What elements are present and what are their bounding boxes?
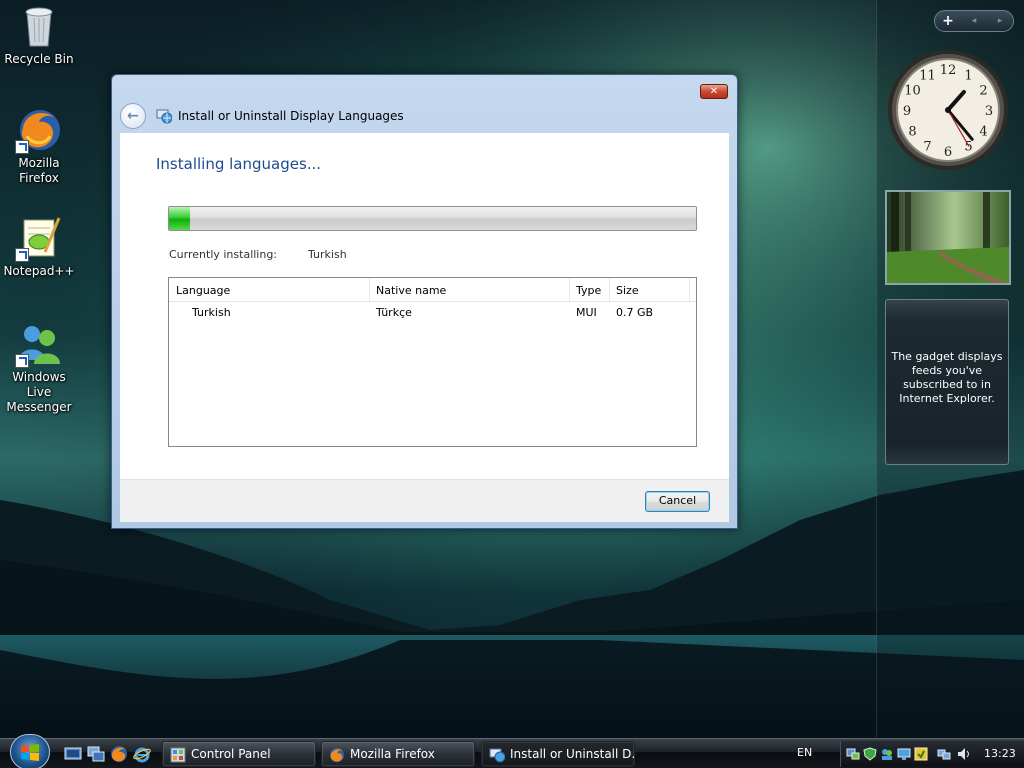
previous-page-button[interactable]: ◂ [961, 11, 987, 31]
column-divider[interactable] [569, 278, 570, 301]
connection-icon[interactable] [937, 747, 951, 761]
recycle-bin-icon [15, 2, 63, 50]
currently-installing-value: Turkish [308, 248, 347, 261]
languages-list[interactable]: Language Native name Type Size Turkish T… [168, 277, 697, 447]
table-row[interactable]: Turkish Türkçe MUI 0.7 GB [169, 302, 696, 322]
clock-numeral: 9 [903, 104, 911, 119]
clock-numeral: 1 [964, 69, 972, 84]
windows-logo-icon [21, 744, 39, 761]
forest-photo [887, 192, 1009, 283]
control-panel-icon [170, 747, 186, 763]
clock-numeral: 12 [940, 63, 957, 78]
language-indicator[interactable]: EN [797, 746, 812, 759]
currently-installing-label: Currently installing: [169, 248, 278, 261]
clock-numeral: 8 [908, 125, 916, 140]
shortcut-arrow-icon [15, 354, 29, 368]
shortcut-arrow-icon [15, 248, 29, 262]
update-icon[interactable] [914, 747, 928, 761]
language-icon [489, 748, 505, 763]
messenger-label: Windows Live Messenger [6, 370, 72, 414]
internet-explorer-icon[interactable] [133, 745, 151, 763]
clock-gadget[interactable]: 1 2 3 4 5 6 7 8 9 10 11 12 [886, 48, 1010, 172]
taskbar-clock[interactable]: 13:23 [984, 747, 1016, 760]
column-divider[interactable] [609, 278, 610, 301]
firefox-label: Mozilla Firefox [18, 156, 60, 185]
close-button[interactable]: ✕ [700, 84, 728, 99]
install-progress-bar [168, 206, 697, 231]
dialog-content: Installing languages... Currently instal… [120, 133, 729, 479]
switch-windows-icon[interactable] [87, 745, 105, 763]
column-header-language[interactable]: Language [176, 284, 230, 297]
back-arrow-icon: ← [127, 108, 139, 124]
cancel-button[interactable]: Cancel [645, 491, 710, 512]
desktop-icon-notepadpp[interactable]: Notepad++ [0, 214, 78, 279]
volume-icon[interactable] [957, 747, 971, 761]
network-icon[interactable] [846, 747, 860, 761]
column-divider[interactable] [369, 278, 370, 301]
install-languages-dialog: ✕ ← Install or Uninstall Display Languag… [111, 74, 738, 529]
security-icon[interactable] [863, 747, 877, 761]
firefox-icon[interactable] [110, 745, 128, 763]
desktop-icon-messenger[interactable]: Windows Live Messenger [0, 320, 78, 415]
taskbar-button-firefox[interactable]: Mozilla Firefox [321, 741, 475, 767]
sidebar-controls: + ◂ ▸ [934, 10, 1014, 32]
clock-numeral: 11 [919, 69, 936, 84]
taskbar-button-install-languages[interactable]: Install or Uninstall D... [481, 741, 635, 767]
start-button[interactable] [10, 734, 50, 768]
slideshow-gadget[interactable] [885, 190, 1011, 285]
add-gadget-button[interactable]: + [935, 11, 961, 31]
back-button[interactable]: ← [120, 103, 146, 129]
taskbar-button-label: Control Panel [191, 747, 271, 761]
taskbar: Control Panel Mozilla Firefox Install or… [0, 734, 1024, 768]
dialog-title: Install or Uninstall Display Languages [178, 109, 404, 123]
taskbar-button-label: Mozilla Firefox [350, 747, 435, 761]
clock-numeral: 3 [985, 104, 993, 119]
feed-headlines-gadget[interactable]: The gadget displays feeds you've subscri… [885, 299, 1009, 465]
column-header-native-name[interactable]: Native name [376, 284, 446, 297]
column-header-size[interactable]: Size [616, 284, 639, 297]
page-heading: Installing languages... [156, 155, 322, 173]
messenger-icon [15, 320, 63, 368]
messenger-tray-icon[interactable] [880, 747, 894, 761]
clock-numeral: 5 [964, 140, 972, 155]
next-page-button[interactable]: ▸ [987, 11, 1013, 31]
list-header: Language Native name Type Size [169, 278, 696, 302]
firefox-icon [15, 106, 63, 154]
recycle-bin-label: Recycle Bin [4, 52, 74, 66]
clock-numeral: 2 [979, 84, 987, 99]
cell-type: MUI [576, 306, 597, 319]
taskbar-button-control-panel[interactable]: Control Panel [162, 741, 316, 767]
notepadpp-icon [15, 214, 63, 262]
clock-numeral: 10 [904, 84, 921, 99]
display-icon[interactable] [897, 747, 911, 761]
progress-fill [169, 207, 191, 230]
dialog-footer: Cancel [120, 479, 729, 522]
column-header-type[interactable]: Type [576, 284, 601, 297]
clock-numeral: 7 [923, 140, 931, 155]
taskbar-button-label: Install or Uninstall D... [510, 747, 635, 761]
shortcut-arrow-icon [15, 140, 29, 154]
cell-language: Turkish [192, 306, 231, 319]
language-icon [156, 108, 173, 124]
firefox-icon [329, 747, 345, 763]
desktop-icon-recycle-bin[interactable]: Recycle Bin [0, 2, 78, 67]
feeds-message: The gadget displays feeds you've subscri… [891, 350, 1003, 405]
show-desktop-icon[interactable] [64, 745, 82, 763]
clock-numeral: 6 [944, 145, 952, 160]
notepadpp-label: Notepad++ [3, 264, 75, 278]
cell-size: 0.7 GB [616, 306, 654, 319]
desktop-icon-firefox[interactable]: Mozilla Firefox [0, 106, 78, 186]
notification-area: 13:23 [840, 741, 1024, 767]
clock-numeral: 4 [979, 125, 987, 140]
column-divider[interactable] [689, 278, 690, 301]
cell-native-name: Türkçe [376, 306, 412, 319]
